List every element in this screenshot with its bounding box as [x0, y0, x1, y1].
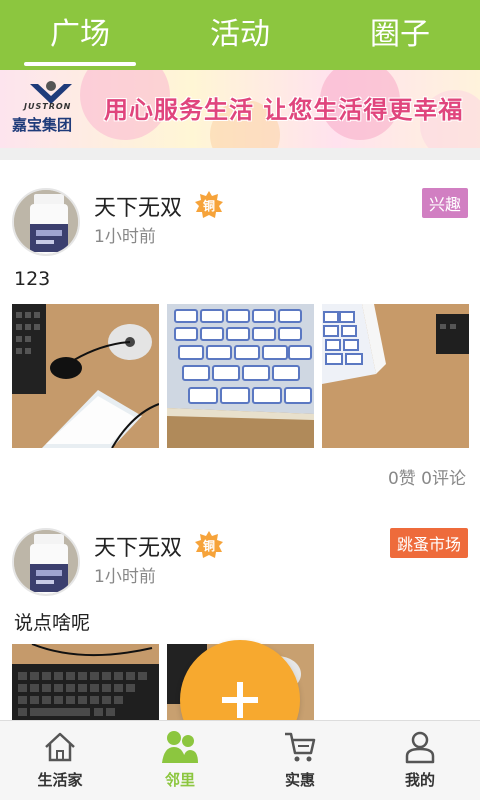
plus-icon	[222, 682, 258, 718]
post-category-tag[interactable]: 跳蚤市场	[389, 528, 468, 558]
nav-item-neighbors[interactable]: 邻里	[120, 721, 240, 800]
tab-square[interactable]: 广场	[0, 0, 160, 70]
post-feed[interactable]: 天下无双 铜 1小时前 兴趣 123 0赞 0评论 天下无双 铜 1小时前 跳蚤…	[0, 148, 480, 720]
logo-text-en: JUSTRON	[24, 102, 72, 111]
post-time: 1小时前	[94, 227, 156, 247]
tab-activity[interactable]: 活动	[160, 0, 320, 70]
post-image[interactable]	[322, 304, 469, 448]
nav-label: 生活家	[37, 771, 83, 789]
promo-banner[interactable]: JUSTRON 嘉宝集团 用心服务生活 让您生活得更幸福	[0, 70, 480, 148]
home-icon	[45, 732, 75, 762]
bronze-level-badge-icon: 铜	[195, 191, 223, 218]
post-image[interactable]	[12, 304, 159, 448]
tab-label: 活动	[210, 17, 270, 52]
label-sheet-photo	[322, 304, 469, 448]
nav-item-deals[interactable]: 实惠	[240, 721, 360, 800]
post-text: 123	[14, 268, 51, 290]
post-text: 说点啥呢	[14, 612, 91, 634]
logo-text-cn: 嘉宝集团	[12, 116, 73, 134]
avatar-bottle-image	[14, 190, 78, 254]
top-tab-bar: 广场 活动 圈子	[0, 0, 480, 70]
user-icon	[405, 731, 435, 764]
justron-logo: JUSTRON 嘉宝集团	[10, 80, 90, 138]
avatar[interactable]	[12, 528, 80, 596]
keyboard-mouse-photo	[12, 304, 159, 448]
nav-item-home[interactable]: 生活家	[0, 721, 120, 800]
avatar-bottle-image	[14, 530, 78, 594]
user-name[interactable]: 天下无双	[94, 190, 182, 222]
tab-label: 广场	[50, 17, 110, 52]
badge-text: 铜	[203, 198, 215, 213]
post-stats: 0赞 0评论	[387, 469, 466, 489]
nav-label: 我的	[404, 771, 435, 789]
nav-item-mine[interactable]: 我的	[360, 721, 480, 800]
badge-text: 铜	[203, 538, 215, 553]
banner-slogan: 用心服务生活 让您生活得更幸福	[104, 96, 464, 124]
post-image-grid	[12, 304, 469, 448]
post-time: 1小时前	[94, 567, 156, 587]
post-image[interactable]	[167, 304, 314, 448]
cart-icon	[285, 732, 316, 762]
avatar[interactable]	[12, 188, 80, 256]
bottom-nav: 生活家 邻里 实惠 我的	[0, 720, 480, 800]
post-category-tag[interactable]: 兴趣	[421, 188, 468, 218]
tab-circle[interactable]: 圈子	[320, 0, 480, 70]
keyboard-photo	[12, 644, 159, 720]
people-icon	[162, 731, 198, 763]
nav-label: 实惠	[284, 771, 315, 789]
label-stickers-photo	[167, 304, 314, 448]
user-name[interactable]: 天下无双	[94, 530, 182, 562]
bronze-level-badge-icon: 铜	[195, 531, 223, 558]
tab-label: 圈子	[370, 17, 430, 52]
post-image[interactable]	[12, 644, 159, 720]
nav-label: 邻里	[164, 771, 195, 789]
